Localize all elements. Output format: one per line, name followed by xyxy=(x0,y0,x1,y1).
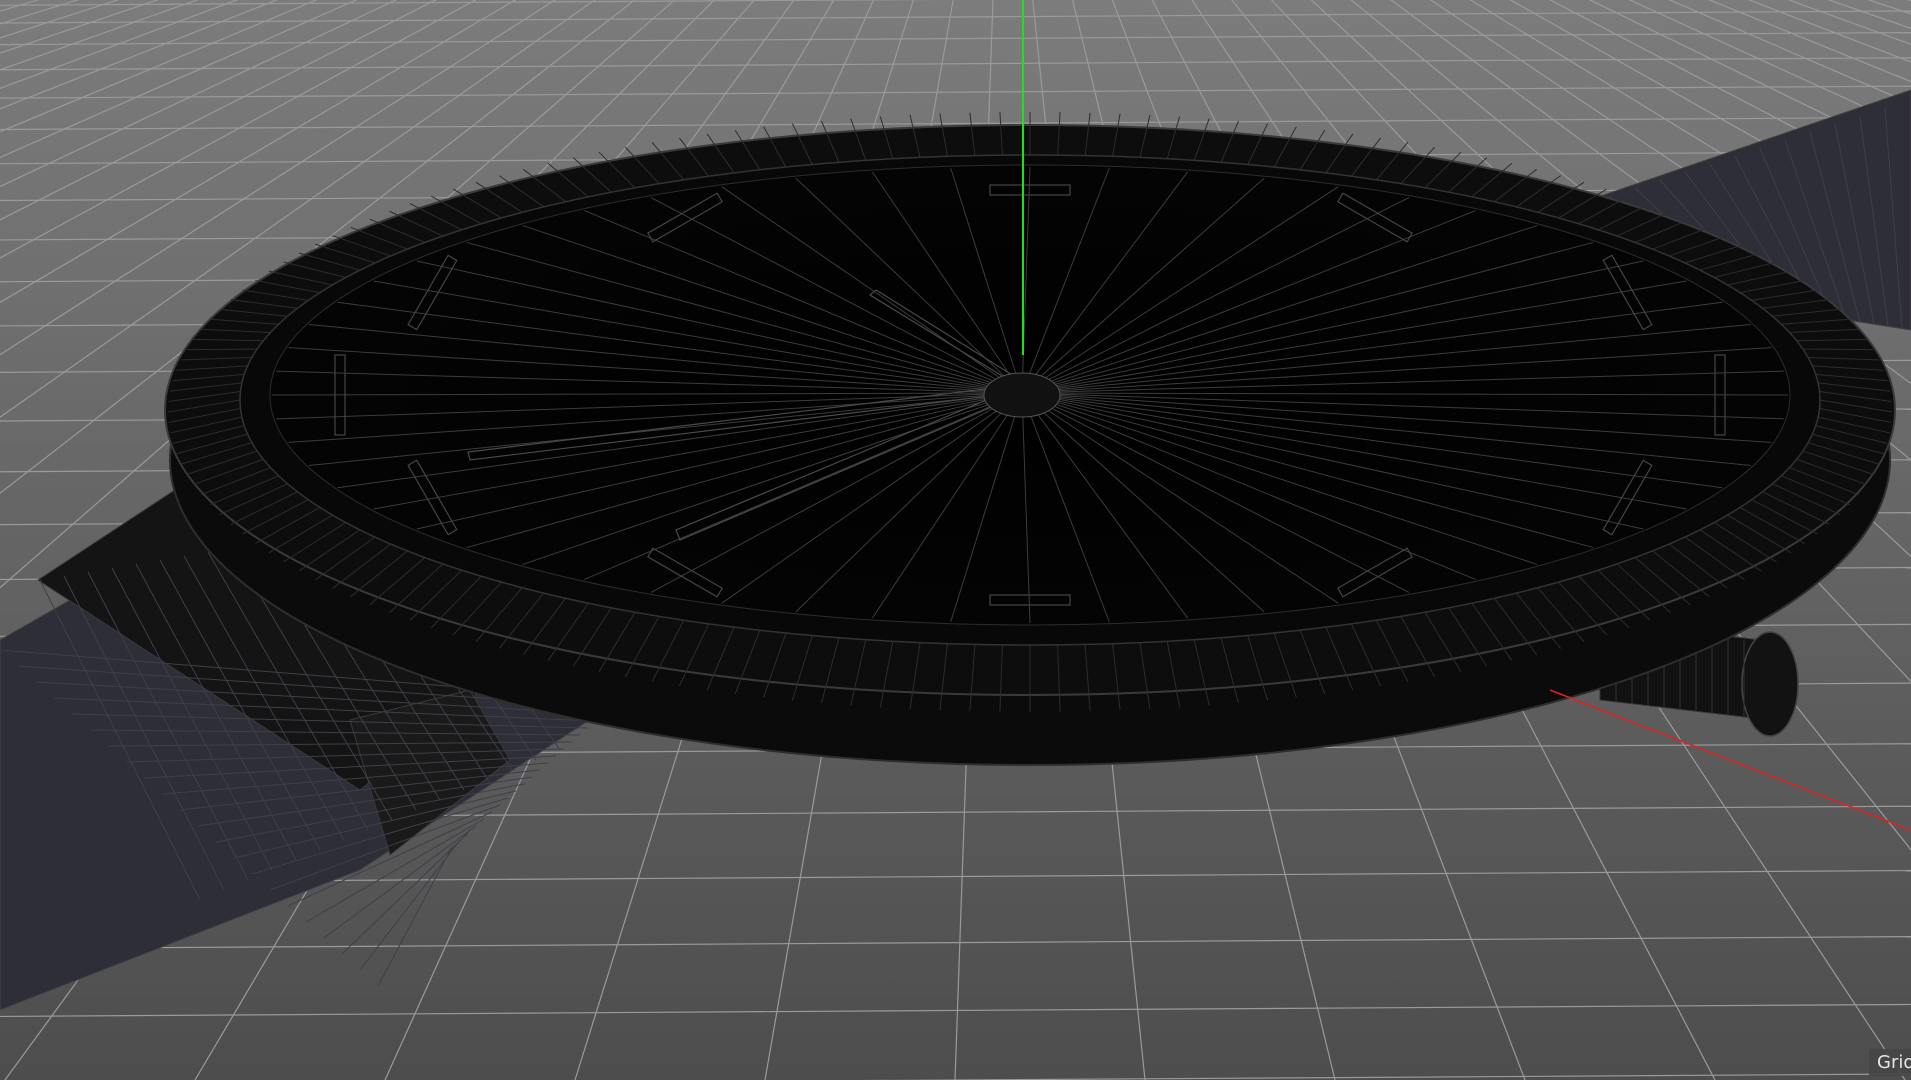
grid-toggle-label[interactable]: Grid xyxy=(1869,1049,1911,1076)
center-pinion xyxy=(983,372,1061,418)
watch-case[interactable] xyxy=(164,112,1896,766)
viewport-scene[interactable] xyxy=(0,0,1911,1080)
bezel-segment xyxy=(1802,348,1874,351)
bezel-segment xyxy=(186,348,258,351)
3d-viewport[interactable]: Grid xyxy=(0,0,1911,1080)
